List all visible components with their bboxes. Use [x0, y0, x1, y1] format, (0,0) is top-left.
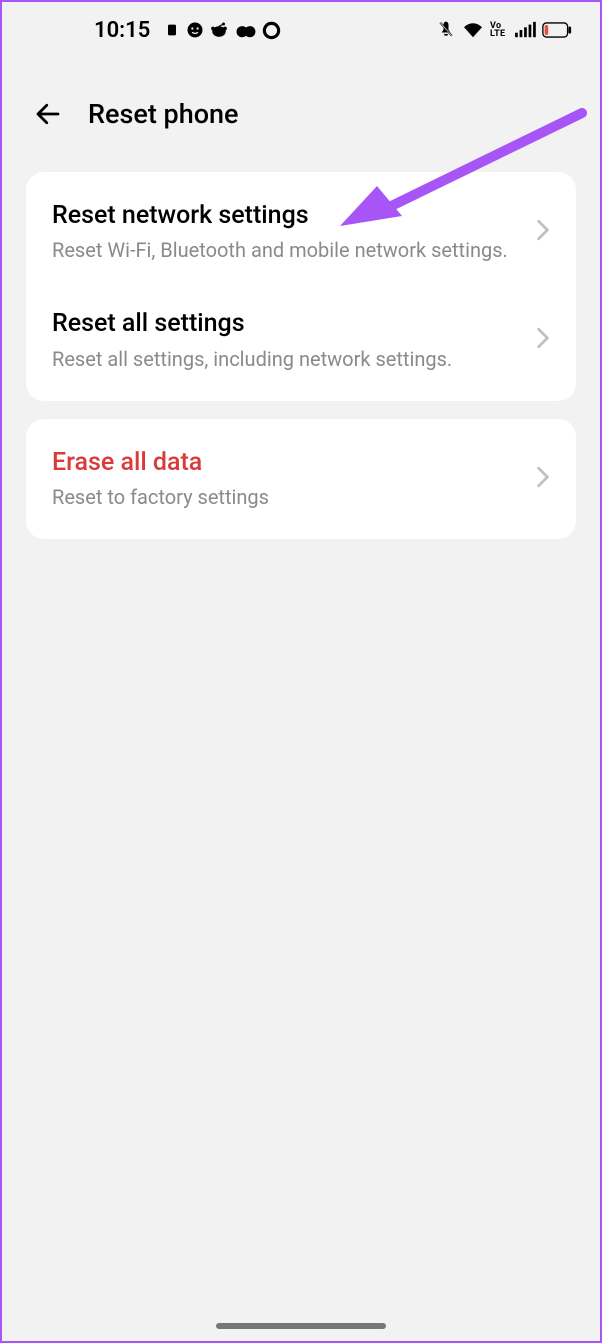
back-button[interactable] [32, 98, 64, 130]
item-subtitle: Reset to factory settings [52, 484, 522, 511]
item-title: Reset network settings [52, 200, 522, 231]
wifi-icon [462, 21, 484, 39]
settings-group-2: Erase all data Reset to factory settings [26, 419, 576, 539]
volte-icon: VoLTE [490, 22, 508, 38]
item-subtitle: Reset all settings, including network se… [52, 346, 522, 373]
mute-icon [436, 20, 456, 40]
battery-icon [542, 22, 572, 38]
page-header: Reset phone [2, 58, 600, 154]
page-title: Reset phone [88, 98, 239, 130]
erase-all-data-item[interactable]: Erase all data Reset to factory settings [26, 425, 576, 533]
status-dots-icon: ●● [234, 15, 249, 46]
chevron-right-icon [536, 219, 550, 245]
status-reddit-icon [210, 21, 228, 39]
status-circle-icon [262, 21, 281, 40]
status-bar-left: 10:15 ●● [94, 15, 281, 46]
signal-icon [514, 21, 536, 39]
chevron-right-icon [536, 327, 550, 353]
status-time: 10:15 [94, 18, 150, 43]
item-title: Reset all settings [52, 308, 522, 339]
list-item-text: Reset network settings Reset Wi-Fi, Blue… [52, 200, 522, 264]
home-indicator[interactable] [216, 1323, 386, 1329]
status-bar-right: VoLTE [436, 20, 572, 40]
status-bar: 10:15 ●● VoLTE [2, 2, 600, 58]
status-face-icon [186, 21, 204, 39]
reset-all-settings-item[interactable]: Reset all settings Reset all settings, i… [26, 286, 576, 394]
status-app-icon-1 [164, 22, 180, 38]
settings-group-1: Reset network settings Reset Wi-Fi, Blue… [26, 172, 576, 401]
item-subtitle: Reset Wi-Fi, Bluetooth and mobile networ… [52, 237, 522, 264]
list-item-text: Reset all settings Reset all settings, i… [52, 308, 522, 372]
chevron-right-icon [536, 466, 550, 492]
list-item-text: Erase all data Reset to factory settings [52, 447, 522, 511]
item-title: Erase all data [52, 447, 522, 478]
reset-network-settings-item[interactable]: Reset network settings Reset Wi-Fi, Blue… [26, 178, 576, 286]
back-arrow-icon [33, 99, 63, 129]
